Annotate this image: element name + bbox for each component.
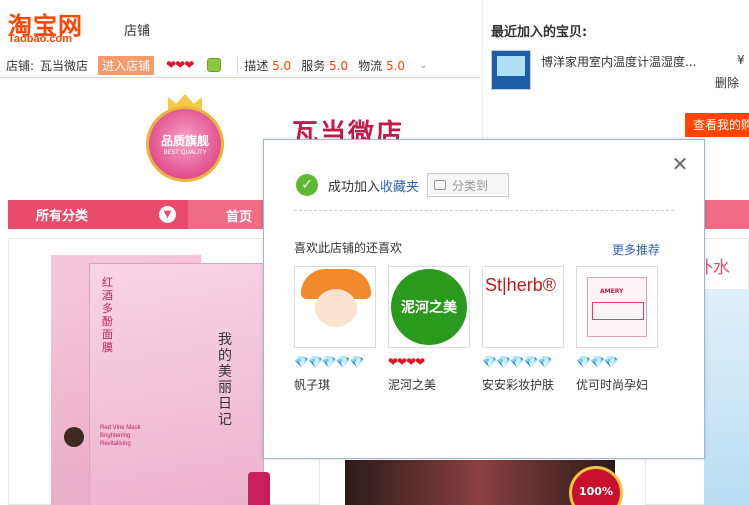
product-box-image	[704, 289, 749, 505]
rating-service: 服务 5.0	[301, 58, 349, 73]
close-icon[interactable]: ✕	[670, 154, 690, 174]
shop-logo: 泥河之美	[391, 269, 467, 345]
success-message: ✓ 成功加入 收藏夹 分类到	[296, 173, 510, 197]
site-header: 淘宝网 Taobao.com 店铺 店铺: 瓦当微店 进入店铺 ❤❤❤ 描述 5…	[0, 0, 480, 80]
shop-image[interactable]: AMERY	[576, 266, 658, 348]
product-en-text: Red Vine Mask Brightening Revitalising	[100, 425, 141, 447]
recommended-shop[interactable]: AMERY 💎💎💎 优可时尚孕妇	[576, 266, 658, 393]
taobao-logo-en[interactable]: Taobao.com	[8, 33, 72, 45]
view-cart-button[interactable]: 查看我的购	[685, 113, 749, 137]
more-recommend-link[interactable]: 更多推荐	[612, 241, 660, 258]
thermometer-icon	[497, 56, 525, 76]
recommended-shop[interactable]: St|herb® 💎💎💎💎💎 安安彩妆护肤	[482, 266, 564, 393]
recent-item-thumbnail[interactable]	[491, 50, 531, 90]
shop-name[interactable]: 优可时尚孕妇	[576, 376, 658, 393]
recommended-shop[interactable]: 💎💎💎💎💎 帆子琪	[294, 266, 376, 393]
all-categories-button[interactable]: 所有分类 ▼	[8, 200, 188, 229]
seller-rank-diamonds: 💎💎💎	[576, 355, 619, 369]
wine-bottle-icon	[248, 472, 270, 505]
recommend-title: 喜欢此店铺的还喜欢	[294, 241, 403, 255]
shop-name[interactable]: 帆子琪	[294, 376, 376, 393]
store-label: 店铺:	[6, 58, 35, 73]
face-icon	[64, 427, 84, 447]
consumer-protection-icon[interactable]	[207, 58, 222, 72]
store-name-link[interactable]: 瓦当微店	[40, 57, 88, 74]
home-nav-link[interactable]: 首页	[226, 206, 252, 225]
shop-logo: AMERY	[600, 288, 624, 295]
seller-rank-hearts: ❤❤❤❤	[388, 355, 425, 369]
recently-added-panel: 最近加入的宝贝: 博洋家用室内温度计温湿度... ¥ 删除 查看我的购	[482, 0, 749, 140]
recent-item-name[interactable]: 博洋家用室内温度计温湿度...	[541, 53, 701, 70]
favorites-link[interactable]: 收藏夹	[380, 176, 419, 195]
shop-image[interactable]: St|herb®	[482, 266, 564, 348]
folder-icon	[434, 180, 447, 190]
shop-image[interactable]	[294, 266, 376, 348]
recommended-shop[interactable]: 泥河之美 ❤❤❤❤ 泥河之美	[388, 266, 470, 393]
store-ratings: 描述 5.0 服务 5.0 物流 5.0 ⌄	[237, 56, 427, 74]
shop-info-bar: 店铺: 瓦当微店 进入店铺 ❤❤❤ 描述 5.0 服务 5.0 物流 5.0 ⌄	[0, 53, 480, 78]
success-text: 成功加入	[328, 179, 381, 195]
baby-face-image	[315, 289, 357, 327]
classify-button[interactable]: 分类到	[427, 173, 510, 197]
nav-store-link[interactable]: 店铺	[124, 20, 150, 39]
seller-rank-hearts: ❤❤❤	[166, 58, 194, 72]
rating-describe: 描述 5.0	[244, 58, 292, 73]
divider	[294, 210, 674, 211]
product-vertical-text: 红酒多酚面膜	[102, 276, 113, 354]
product-card-2[interactable]: 100%	[325, 460, 637, 505]
chevron-down-icon: ▼	[159, 206, 176, 223]
recent-item-price: ¥	[737, 53, 745, 67]
shop-logo-tagline	[592, 302, 644, 320]
check-icon: ✓	[296, 174, 318, 196]
quality-badge: 品质旗舰 BEST QUALITY	[146, 94, 224, 182]
rating-logistics: 物流 5.0	[358, 58, 406, 73]
favorite-success-dialog: ✕ ✓ 成功加入 收藏夹 分类到 喜欢此店铺的还喜欢 更多推荐 💎💎💎💎💎 帆子…	[263, 139, 705, 459]
shop-logo-frame: AMERY	[587, 277, 647, 337]
shop-logo: St|herb®	[485, 275, 556, 295]
shop-name[interactable]: 泥河之美	[388, 376, 470, 393]
product-diary-text: 我的美丽日记	[218, 332, 232, 428]
delete-link[interactable]: 删除	[715, 74, 739, 91]
recent-title: 最近加入的宝贝:	[491, 25, 588, 40]
enter-store-button[interactable]: 进入店铺	[98, 55, 155, 75]
badge-circle: 品质旗舰 BEST QUALITY	[146, 106, 224, 182]
seller-rank-diamonds: 💎💎💎💎💎	[482, 355, 553, 369]
mask-pack-front: 红酒多酚面膜 我的美丽日记 Red Vine Mask Brightening Re…	[89, 263, 270, 505]
seller-rank-diamonds: 💎💎💎💎💎	[294, 355, 365, 369]
shop-name[interactable]: 安安彩妆护肤	[482, 376, 564, 393]
chevron-down-icon[interactable]: ⌄	[419, 60, 427, 71]
shop-image[interactable]: 泥河之美	[388, 266, 470, 348]
